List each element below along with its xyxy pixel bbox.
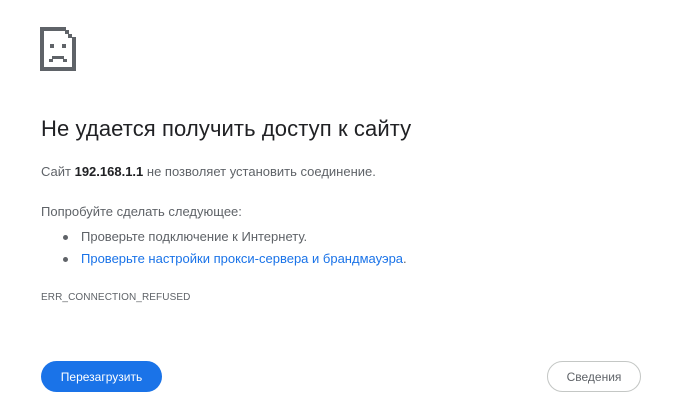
suggestion-check-proxy: Проверьте настройки прокси-сервера и бра…: [41, 248, 407, 270]
reload-button[interactable]: Перезагрузить: [41, 361, 162, 392]
suggestion-text: Проверьте подключение к Интернету.: [81, 229, 308, 244]
bullet-icon: [63, 235, 68, 240]
summary-suffix: не позволяет установить соединение.: [143, 164, 376, 179]
error-code: ERR_CONNECTION_REFUSED: [41, 292, 191, 303]
suggestions-list: Проверьте подключение к Интернету. Прове…: [41, 226, 407, 270]
suggestion-check-connection: Проверьте подключение к Интернету.: [41, 226, 407, 248]
summary-prefix: Сайт: [41, 164, 75, 179]
details-button[interactable]: Сведения: [547, 361, 641, 392]
error-heading: Не удается получить доступ к сайту: [41, 116, 412, 141]
proxy-firewall-link[interactable]: Проверьте настройки прокси-сервера и бра…: [81, 251, 403, 266]
error-summary: Сайт 192.168.1.1 не позволяет установить…: [41, 164, 376, 179]
suggestion-trail: .: [403, 251, 407, 266]
error-page: Не удается получить доступ к сайту Сайт …: [0, 0, 677, 417]
host-name: 192.168.1.1: [74, 164, 144, 179]
sad-page-icon: [40, 27, 76, 71]
bullet-icon: [63, 257, 68, 262]
suggestions-title: Попробуйте сделать следующее:: [41, 204, 242, 219]
